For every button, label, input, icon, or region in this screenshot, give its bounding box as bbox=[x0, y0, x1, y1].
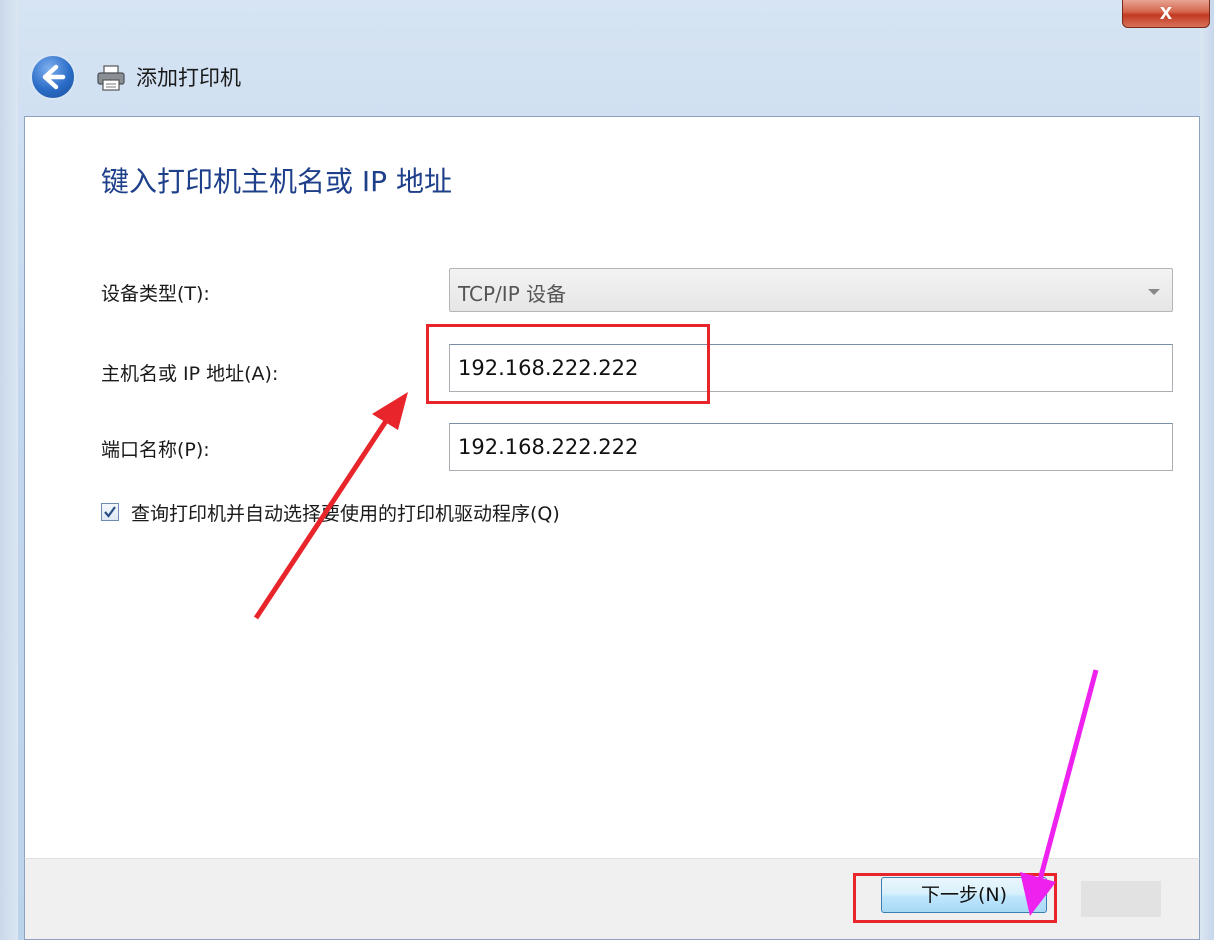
window-right-border bbox=[1200, 0, 1214, 940]
port-name-input[interactable] bbox=[450, 424, 1172, 470]
wizard-nav-bar: 添加打印机 bbox=[18, 40, 1200, 116]
printer-icon bbox=[97, 65, 125, 91]
device-type-dropdown[interactable]: TCP/IP 设备 bbox=[449, 268, 1173, 312]
hostname-input[interactable] bbox=[450, 345, 1172, 391]
back-arrow-icon bbox=[42, 64, 66, 90]
page-heading: 键入打印机主机名或 IP 地址 bbox=[101, 165, 452, 198]
back-button[interactable] bbox=[30, 54, 76, 100]
hostname-label: 主机名或 IP 地址(A): bbox=[101, 363, 279, 385]
device-type-label: 设备类型(T): bbox=[101, 283, 210, 305]
port-name-field-wrapper bbox=[449, 423, 1173, 471]
checkmark-icon bbox=[104, 506, 116, 518]
next-button[interactable]: 下一步(N) bbox=[881, 877, 1047, 913]
query-printer-label: 查询打印机并自动选择要使用的打印机驱动程序(Q) bbox=[131, 503, 560, 525]
query-printer-checkbox[interactable] bbox=[101, 503, 119, 521]
hostname-field-wrapper bbox=[449, 344, 1173, 392]
chevron-down-icon bbox=[1148, 289, 1160, 295]
close-button[interactable]: x bbox=[1122, 0, 1210, 28]
window-title: 添加打印机 bbox=[136, 66, 241, 90]
add-printer-window: x 添加打印机 键入打印机主机名或 IP 地址 设备类型(T): TCP/IP … bbox=[0, 0, 1214, 940]
wizard-content-panel: 键入打印机主机名或 IP 地址 设备类型(T): TCP/IP 设备 主机名或 … bbox=[24, 116, 1200, 860]
cancel-button[interactable] bbox=[1081, 881, 1161, 917]
port-name-label: 端口名称(P): bbox=[101, 439, 210, 461]
wizard-footer: 下一步(N) bbox=[24, 858, 1200, 940]
device-type-value: TCP/IP 设备 bbox=[458, 282, 567, 306]
window-left-border bbox=[0, 0, 18, 940]
